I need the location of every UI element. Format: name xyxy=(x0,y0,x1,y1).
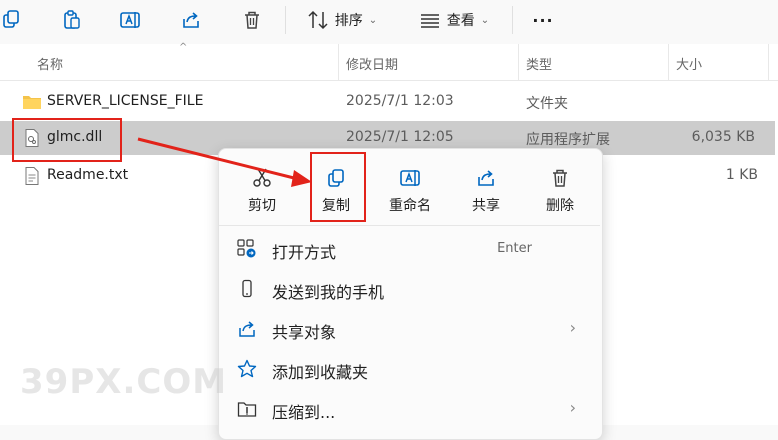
rename-label: 重命名 xyxy=(389,198,431,214)
trash-icon xyxy=(245,11,259,29)
rename-icon xyxy=(400,170,420,186)
menu-item-label: 添加到收藏夹 xyxy=(272,363,369,382)
chevron-down-icon: ⌄ xyxy=(368,14,378,26)
column-divider[interactable] xyxy=(518,44,519,80)
menu-separator xyxy=(219,225,600,226)
view-list-icon xyxy=(420,14,439,28)
column-type[interactable]: 类型 xyxy=(526,54,552,73)
menu-item-label: 压缩到... xyxy=(272,403,336,422)
delete-toolbar-button[interactable] xyxy=(238,6,266,34)
share-icon xyxy=(478,170,494,186)
menu-item-label: 打开方式 xyxy=(272,243,337,262)
sort-label: 排序 xyxy=(334,13,363,29)
menu-item-share-with[interactable]: 共享对象 › xyxy=(219,309,600,349)
menu-item-label: 共享对象 xyxy=(272,323,337,342)
copy-icon xyxy=(3,10,19,28)
toolbar-separator xyxy=(512,6,513,34)
paste-icon xyxy=(64,10,80,29)
open-with-icon xyxy=(237,239,256,258)
rename-icon xyxy=(120,12,140,28)
menu-item-label: 发送到我的手机 xyxy=(272,283,385,302)
file-type: 文件夹 xyxy=(526,96,568,112)
phone-icon xyxy=(242,279,252,298)
chevron-right-icon: › xyxy=(569,318,576,337)
column-date[interactable]: 修改日期 xyxy=(346,54,398,73)
column-divider[interactable] xyxy=(768,44,769,80)
highlight-box-copy xyxy=(310,152,366,222)
view-button[interactable]: 查看 ⌄ xyxy=(412,6,496,34)
rename-toolbar-button[interactable] xyxy=(116,6,144,34)
copy-toolbar-button[interactable] xyxy=(0,6,24,34)
menu-item-compress[interactable]: 压缩到... › xyxy=(219,389,600,429)
share-label: 共享 xyxy=(472,198,500,214)
rename-button[interactable]: 重命名 xyxy=(375,155,445,219)
menu-item-open-with[interactable]: 打开方式 Enter xyxy=(219,229,600,269)
file-name: SERVER_LICENSE_FILE xyxy=(47,93,204,109)
delete-label: 删除 xyxy=(546,198,574,214)
paste-toolbar-button[interactable] xyxy=(58,6,86,34)
file-date: 2025/7/1 12:05 xyxy=(346,129,454,145)
sort-button[interactable]: 排序 ⌄ xyxy=(300,6,384,34)
share-toolbar-button[interactable] xyxy=(177,6,205,34)
trash-icon xyxy=(553,169,567,187)
file-type: 应用程序扩展 xyxy=(526,132,610,148)
cut-label: 剪切 xyxy=(248,198,276,214)
share-button[interactable]: 共享 xyxy=(451,155,521,219)
zip-folder-icon xyxy=(237,402,257,417)
menu-item-send-to-phone[interactable]: 发送到我的手机 xyxy=(219,269,600,309)
toolbar-separator xyxy=(285,6,286,34)
file-name: Readme.txt xyxy=(47,167,129,183)
sort-icon xyxy=(308,10,328,30)
sort-ascending-icon: ^ xyxy=(179,42,188,53)
chevron-down-icon: ⌄ xyxy=(480,14,490,26)
delete-button[interactable]: 删除 xyxy=(525,155,595,219)
command-bar: 排序 ⌄ 查看 ⌄ ··· xyxy=(0,0,778,42)
column-divider[interactable] xyxy=(338,44,339,80)
file-row[interactable]: SERVER_LICENSE_FILE 2025/7/1 12:03 文件夹 xyxy=(0,85,778,119)
scissors-icon xyxy=(253,168,271,187)
file-size: 6,035 KB xyxy=(691,129,755,145)
menu-item-shortcut: Enter xyxy=(497,241,532,256)
column-divider[interactable] xyxy=(668,44,669,80)
text-file-icon xyxy=(25,167,39,185)
share-icon xyxy=(183,12,199,28)
file-size: 1 KB xyxy=(725,167,758,183)
file-date: 2025/7/1 12:03 xyxy=(346,93,454,109)
folder-icon xyxy=(23,96,41,109)
highlight-box-file xyxy=(12,118,122,162)
column-name[interactable]: 名称 xyxy=(37,54,63,73)
context-menu: 剪切 复制 重命名 共享 删除 打开方式 Enter 发送到我的手机 共享对象 … xyxy=(218,148,603,440)
cut-button[interactable]: 剪切 xyxy=(227,155,297,219)
menu-item-add-favorites[interactable]: 添加到收藏夹 xyxy=(219,349,600,389)
chevron-right-icon: › xyxy=(569,398,576,417)
watermark-text: 39PX.COM xyxy=(20,362,228,402)
view-label: 查看 xyxy=(446,13,475,29)
share-icon xyxy=(239,321,255,337)
star-icon xyxy=(237,359,257,378)
more-options-button[interactable]: ··· xyxy=(528,6,558,34)
column-size[interactable]: 大小 xyxy=(676,54,702,73)
column-header: ^ 名称 修改日期 类型 大小 xyxy=(0,42,778,81)
